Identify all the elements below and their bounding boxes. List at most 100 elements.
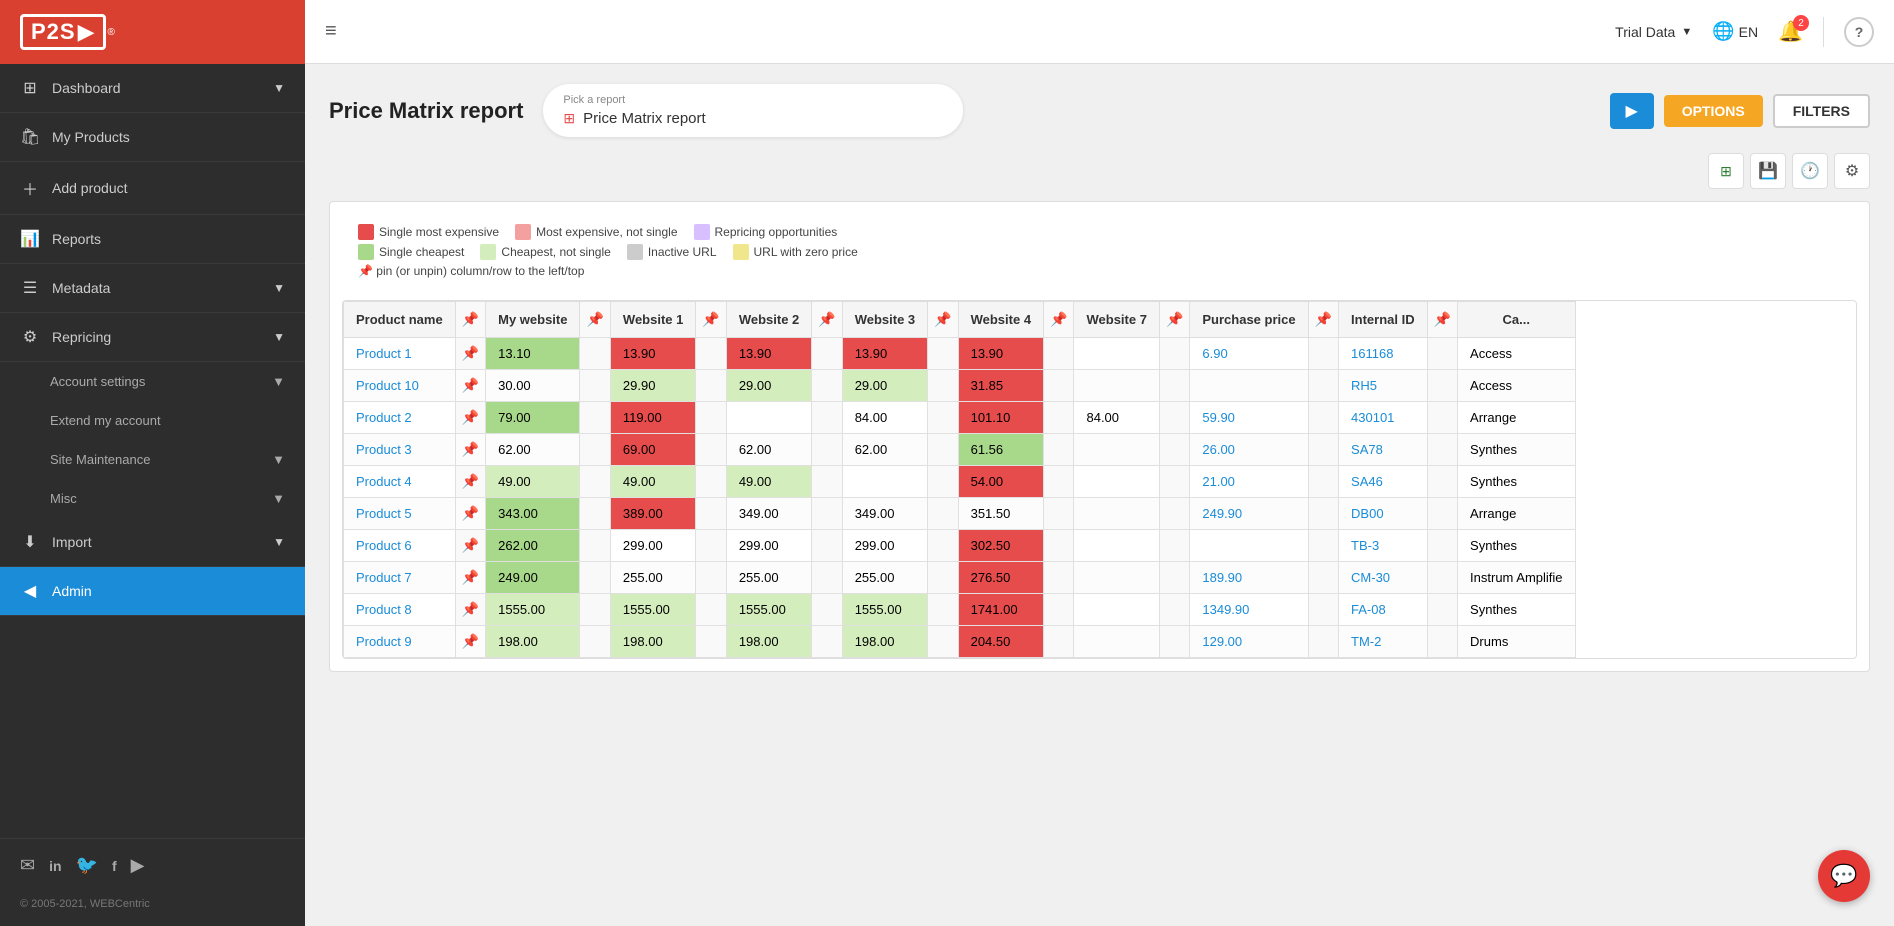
sidebar-item-repricing[interactable]: ⚙ Repricing ▼ xyxy=(0,313,305,362)
globe-icon: 🌐 xyxy=(1712,21,1734,42)
internal-id-cell: SA46 xyxy=(1339,466,1428,498)
price-cell: 349.00 xyxy=(726,498,811,530)
chat-button[interactable]: 💬 xyxy=(1818,850,1870,902)
sidebar-item-site-maintenance[interactable]: Site Maintenance ▼ xyxy=(0,440,305,479)
sidebar-item-dashboard[interactable]: ⊞ Dashboard ▼ xyxy=(0,64,305,113)
help-button[interactable]: ? xyxy=(1844,17,1874,47)
product-name-cell[interactable]: Product 8 xyxy=(344,594,456,626)
category-cell: Instrum Amplifie xyxy=(1458,562,1575,594)
sidebar-item-admin[interactable]: ◀ Admin xyxy=(0,567,305,616)
sidebar-item-metadata[interactable]: ☰ Metadata ▼ xyxy=(0,264,305,313)
price-cell: 351.50 xyxy=(958,498,1043,530)
spacer-cell xyxy=(1159,594,1189,626)
row-pin[interactable]: 📌 xyxy=(455,594,485,626)
row-pin[interactable]: 📌 xyxy=(455,626,485,658)
menu-toggle-button[interactable]: ≡ xyxy=(325,20,337,43)
price-cell xyxy=(1074,370,1159,402)
youtube-icon[interactable]: ▶ xyxy=(131,855,145,876)
logo-text: P2S xyxy=(31,19,76,45)
pin-purchase-price[interactable]: 📌 xyxy=(1308,302,1338,338)
sidebar-item-extend-account[interactable]: Extend my account xyxy=(0,401,305,440)
spacer-cell xyxy=(1159,498,1189,530)
row-pin[interactable]: 📌 xyxy=(455,466,485,498)
product-name-cell[interactable]: Product 2 xyxy=(344,402,456,434)
logo: P2S ▶ xyxy=(20,14,106,50)
export-excel-button[interactable]: ⊞ xyxy=(1708,153,1744,189)
run-report-button[interactable]: ▶ xyxy=(1610,93,1654,129)
report-selector-value: ⊞ Price Matrix report xyxy=(563,110,943,127)
report-selector[interactable]: Pick a report ⊞ Price Matrix report xyxy=(543,84,963,137)
email-icon[interactable]: ✉ xyxy=(20,855,35,876)
save-button[interactable]: 💾 xyxy=(1750,153,1786,189)
notifications-button[interactable]: 🔔 2 xyxy=(1778,19,1803,44)
price-cell xyxy=(1074,434,1159,466)
twitter-icon[interactable]: 🐦 xyxy=(76,855,98,876)
facebook-icon[interactable]: f xyxy=(112,858,117,874)
sidebar-item-my-products[interactable]: 🛍 My Products xyxy=(0,113,305,162)
price-cell: 198.00 xyxy=(726,626,811,658)
legend-cheapest-not-single: Cheapest, not single xyxy=(480,244,610,260)
row-pin[interactable]: 📌 xyxy=(455,338,485,370)
pin-website1[interactable]: 📌 xyxy=(696,302,726,338)
legend-zero-price-url: URL with zero price xyxy=(733,244,858,260)
category-cell: Arrange xyxy=(1458,402,1575,434)
internal-id-cell: 161168 xyxy=(1339,338,1428,370)
spacer-cell xyxy=(928,498,958,530)
spacer-cell xyxy=(1427,402,1457,434)
spacer-cell xyxy=(812,338,842,370)
filters-button[interactable]: FILTERS xyxy=(1773,94,1870,128)
sidebar-item-add-product[interactable]: ＋ Add product xyxy=(0,162,305,215)
product-name-cell[interactable]: Product 3 xyxy=(344,434,456,466)
spacer-cell xyxy=(696,370,726,402)
pin-internal-id[interactable]: 📌 xyxy=(1427,302,1457,338)
pin-website4[interactable]: 📌 xyxy=(1044,302,1074,338)
legend-most-expensive-not-single: Most expensive, not single xyxy=(515,224,677,240)
history-button[interactable]: 🕐 xyxy=(1792,153,1828,189)
pin-my-website[interactable]: 📌 xyxy=(580,302,610,338)
row-pin[interactable]: 📌 xyxy=(455,498,485,530)
row-pin[interactable]: 📌 xyxy=(455,434,485,466)
spacer-cell xyxy=(812,370,842,402)
linkedin-icon[interactable]: in xyxy=(49,858,61,874)
product-name-cell[interactable]: Product 5 xyxy=(344,498,456,530)
price-matrix-table: Product name 📌 My website 📌 Website 1 📌 … xyxy=(343,301,1576,658)
legend-label-repricing-opportunities: Repricing opportunities xyxy=(715,225,838,239)
product-name-cell[interactable]: Product 4 xyxy=(344,466,456,498)
trial-data-selector[interactable]: Trial Data ▼ xyxy=(1615,24,1692,40)
spacer-cell xyxy=(580,530,610,562)
chevron-down-icon: ▼ xyxy=(273,281,285,295)
pin-website2[interactable]: 📌 xyxy=(812,302,842,338)
spacer-cell xyxy=(1427,466,1457,498)
col-header-my-website: My website xyxy=(486,302,580,338)
pin-website7[interactable]: 📌 xyxy=(1159,302,1189,338)
product-name-cell[interactable]: Product 6 xyxy=(344,530,456,562)
language-selector[interactable]: 🌐 EN xyxy=(1712,21,1758,42)
product-name-cell[interactable]: Product 9 xyxy=(344,626,456,658)
pin-website3[interactable]: 📌 xyxy=(928,302,958,338)
product-name-cell[interactable]: Product 10 xyxy=(344,370,456,402)
table-row: Product 10📌30.0029.9029.0029.0031.85RH5A… xyxy=(344,370,1576,402)
data-table-container[interactable]: Product name 📌 My website 📌 Website 1 📌 … xyxy=(342,300,1857,659)
sidebar-item-reports[interactable]: 📊 Reports xyxy=(0,215,305,264)
sidebar-item-misc[interactable]: Misc ▼ xyxy=(0,479,305,518)
col-header-website4: Website 4 xyxy=(958,302,1043,338)
price-cell: 84.00 xyxy=(1074,402,1159,434)
sidebar-item-account-settings[interactable]: Account settings ▼ xyxy=(0,362,305,401)
row-pin[interactable]: 📌 xyxy=(455,402,485,434)
row-pin[interactable]: 📌 xyxy=(455,562,485,594)
price-cell: 79.00 xyxy=(486,402,580,434)
product-name-cell[interactable]: Product 7 xyxy=(344,562,456,594)
legend-inactive-url: Inactive URL xyxy=(627,244,717,260)
sidebar-item-import[interactable]: ⬇ Import ▼ xyxy=(0,518,305,567)
row-pin[interactable]: 📌 xyxy=(455,530,485,562)
table-row: Product 5📌343.00389.00349.00349.00351.50… xyxy=(344,498,1576,530)
pin-product-name[interactable]: 📌 xyxy=(455,302,485,338)
product-name-cell[interactable]: Product 1 xyxy=(344,338,456,370)
spacer-cell xyxy=(696,594,726,626)
price-cell xyxy=(1074,466,1159,498)
table-settings-button[interactable]: ⚙ xyxy=(1834,153,1870,189)
row-pin[interactable]: 📌 xyxy=(455,370,485,402)
sidebar-item-my-products-label: My Products xyxy=(52,129,130,145)
spacer-cell xyxy=(1044,466,1074,498)
options-button[interactable]: OPTIONS xyxy=(1664,95,1763,127)
